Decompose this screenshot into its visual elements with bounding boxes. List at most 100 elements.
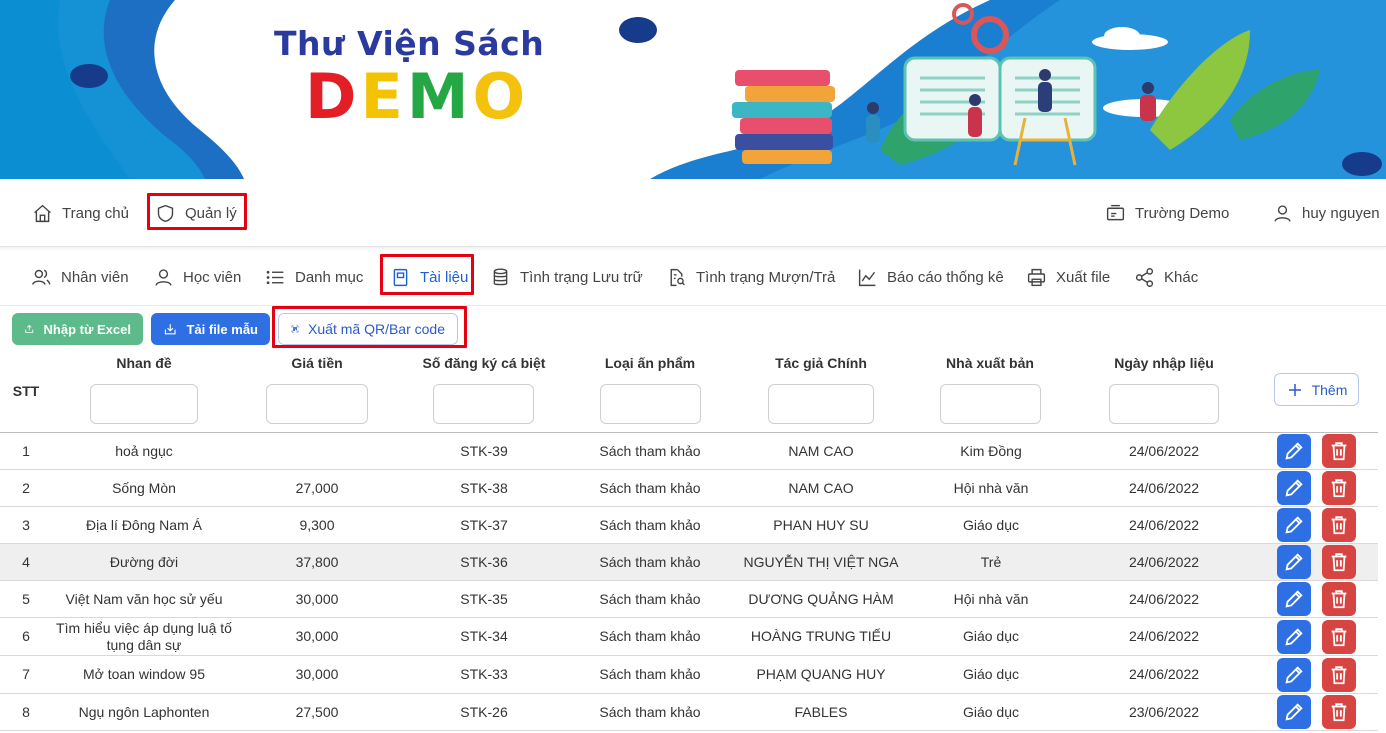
user-icon: [1274, 204, 1291, 222]
filter-author-input[interactable]: [768, 384, 874, 424]
subnav-storage[interactable]: Tình trạng Lưu trữ: [490, 248, 643, 306]
cell-price: 30,000: [295, 666, 339, 682]
nav-manage[interactable]: Quản lý: [155, 179, 237, 247]
qr-code-icon: [291, 325, 299, 333]
cell-publisher: Hội nhà văn: [953, 479, 1029, 496]
delete-button[interactable]: [1322, 620, 1356, 654]
add-button-label: Thêm: [1311, 381, 1348, 398]
export-qr-button[interactable]: Xuất mã QR/Bar code: [278, 313, 458, 345]
header-date: Ngày nhập liệu: [1114, 355, 1214, 371]
cell-author: NAM CAO: [788, 442, 854, 459]
filter-title-input[interactable]: [90, 384, 198, 424]
pencil-icon: [1285, 703, 1303, 721]
printer-icon: [1027, 268, 1046, 286]
cell-type: Sách tham khảo: [599, 442, 701, 459]
nav-home[interactable]: Trang chủ: [32, 179, 129, 247]
delete-button[interactable]: [1322, 695, 1356, 729]
delete-button[interactable]: [1322, 508, 1356, 542]
edit-button[interactable]: [1277, 582, 1311, 616]
export-qr-label: Xuất mã QR/Bar code: [308, 321, 445, 337]
header-reg-no: Số đăng ký cá biệt: [422, 355, 546, 371]
trash-icon: [1331, 479, 1347, 498]
trash-icon: [1331, 442, 1347, 461]
cell-date: 24/06/2022: [1128, 590, 1200, 607]
edit-button[interactable]: [1277, 471, 1311, 505]
banner-demo-letter-d: D: [305, 60, 361, 133]
cell-title: hoả ngục: [115, 442, 173, 459]
nav-school[interactable]: Trường Demo: [1105, 179, 1229, 247]
edit-button[interactable]: [1277, 658, 1311, 692]
subnav-export[interactable]: Xuất file: [1026, 248, 1110, 306]
header-author: Tác giả Chính: [775, 355, 867, 371]
cell-price: 30,000: [295, 590, 339, 607]
add-button[interactable]: Thêm: [1274, 373, 1359, 406]
subnav-staff[interactable]: Nhân viên: [31, 248, 129, 306]
delete-button[interactable]: [1322, 545, 1356, 579]
filter-publisher-input[interactable]: [940, 384, 1041, 424]
nav-school-label: Trường Demo: [1135, 204, 1230, 222]
delete-button[interactable]: [1322, 434, 1356, 468]
chart-icon: [858, 269, 876, 286]
cell-type: Sách tham khảo: [599, 703, 701, 720]
cell-price: 27,000: [295, 479, 339, 496]
header-stt: STT: [12, 383, 40, 399]
filter-price-input[interactable]: [266, 384, 368, 424]
list-icon: [266, 270, 284, 284]
cell-publisher: Kim Đồng: [960, 442, 1022, 459]
edit-button[interactable]: [1277, 434, 1311, 468]
cell-price: 37,800: [295, 553, 339, 570]
subnav-reports[interactable]: Báo cáo thống kê: [857, 248, 1004, 306]
subnav-export-label: Xuất file: [1056, 268, 1111, 286]
pencil-icon: [1285, 479, 1303, 497]
cell-type: Sách tham khảo: [599, 553, 701, 570]
cell-publisher: Trẻ: [980, 553, 1002, 570]
nav-manage-label: Quản lý: [185, 204, 237, 222]
subnav-categories[interactable]: Danh mục: [265, 248, 363, 306]
trash-icon: [1331, 553, 1347, 572]
filter-reg-no-input[interactable]: [433, 384, 534, 424]
filter-type-input[interactable]: [600, 384, 701, 424]
delete-button[interactable]: [1322, 471, 1356, 505]
cell-type: Sách tham khảo: [599, 590, 701, 607]
cell-reg-no: STK-34: [460, 628, 508, 644]
cell-reg-no: STK-39: [460, 442, 508, 459]
pencil-icon: [1285, 442, 1303, 460]
edit-button[interactable]: [1277, 508, 1311, 542]
table-row: 4 Đường đời 37,800 STK-36 Sách tham khảo…: [0, 544, 1378, 581]
cell-publisher: Giáo dục: [962, 666, 1020, 682]
header-title: Nhan đề: [116, 355, 172, 371]
subnav-documents[interactable]: Tài liệu: [390, 248, 468, 306]
banner-title: Thư Viện Sách: [274, 24, 545, 63]
header-publisher: Nhà xuất bản: [946, 355, 1034, 371]
table-row: 5 Việt Nam văn học sử yếu 30,000 STK-35 …: [0, 581, 1378, 618]
trash-icon: [1331, 590, 1347, 609]
edit-button[interactable]: [1277, 695, 1311, 729]
cell-author: NAM CAO: [788, 479, 854, 496]
delete-button[interactable]: [1322, 582, 1356, 616]
import-excel-button[interactable]: Nhập từ Excel: [12, 313, 143, 345]
document-icon: [393, 268, 408, 286]
header-type: Loại ấn phẩm: [604, 355, 696, 371]
subnav-students[interactable]: Học viên: [153, 248, 241, 306]
nav-user[interactable]: huy nguyen: [1272, 179, 1380, 247]
edit-button[interactable]: [1277, 620, 1311, 654]
filter-date-input[interactable]: [1109, 384, 1219, 424]
download-template-button[interactable]: Tải file mẫu: [151, 313, 270, 345]
cell-price: 9,300: [299, 516, 335, 533]
cell-type: Sách tham khảo: [599, 516, 701, 533]
cell-title: Việt Nam văn học sử yếu: [65, 590, 223, 607]
cell-title: Địa lí Đông Nam Á: [86, 516, 202, 533]
nav-home-label: Trang chủ: [62, 204, 129, 222]
cell-author: DƯƠNG QUẢNG HÀM: [748, 590, 894, 607]
trash-icon: [1331, 516, 1347, 535]
cell-author: FABLES: [794, 703, 848, 720]
edit-button[interactable]: [1277, 545, 1311, 579]
subnav-other[interactable]: Khác: [1134, 248, 1198, 306]
subnav-borrow[interactable]: Tình trạng Mượn/Trả: [666, 248, 835, 306]
cell-price: 30,000: [295, 628, 339, 644]
pencil-icon: [1285, 666, 1303, 684]
cell-publisher: Giáo dục: [962, 516, 1020, 533]
delete-button[interactable]: [1322, 658, 1356, 692]
file-search-icon: [670, 268, 685, 286]
subnav-storage-label: Tình trạng Lưu trữ: [520, 268, 643, 286]
